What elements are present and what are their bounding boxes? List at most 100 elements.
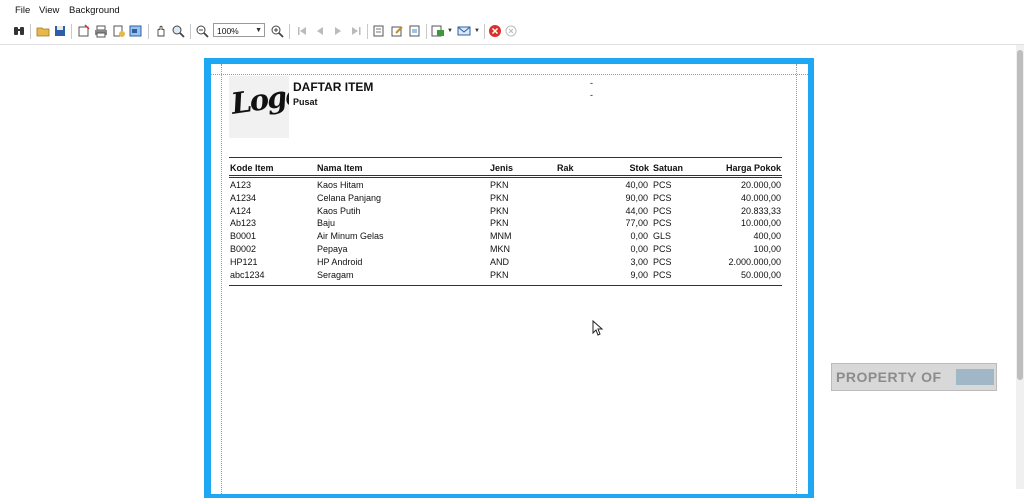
chevron-down-icon: ▼: [255, 27, 262, 34]
save-icon[interactable]: [53, 24, 67, 38]
zoom-out-icon[interactable]: [195, 24, 209, 38]
stop-icon[interactable]: [504, 24, 518, 38]
cell-stok: 3,00: [630, 256, 648, 267]
watermark-text: PROPERTY OF: [836, 369, 942, 385]
cell-harga: 20.000,00: [740, 180, 781, 190]
header-dash-1: -: [590, 78, 593, 88]
zoom-select[interactable]: 100% ▼: [213, 23, 265, 37]
cell-jenis: PKN: [490, 269, 509, 280]
last-page-icon[interactable]: [349, 24, 363, 38]
cell-kode: B0001: [230, 231, 257, 242]
col-header-harga: Harga Pokok: [725, 163, 781, 173]
email-dropdown-arrow[interactable]: ▼: [474, 28, 480, 34]
cell-nama: Air Minum Gelas: [317, 231, 384, 242]
cell-satuan: GLS: [653, 231, 672, 242]
cell-kode: HP121: [230, 256, 258, 267]
cell-satuan: PCS: [653, 269, 672, 280]
cell-nama: Kaos Putih: [317, 205, 361, 216]
header-dash-2: -: [590, 90, 593, 100]
cell-jenis: PKN: [490, 205, 509, 216]
margin-guide-top: [211, 74, 808, 75]
cell-jenis: AND: [490, 256, 510, 267]
export-document-icon[interactable]: [431, 24, 445, 38]
cell-stok: 40,00: [625, 180, 648, 190]
report-subtitle: Pusat: [293, 97, 318, 107]
cell-kode: A124: [230, 205, 252, 216]
watermark-logo: [956, 369, 994, 385]
report-page: Logo DAFTAR ITEM Pusat - - Kode Item Nam…: [211, 64, 808, 494]
cell-nama: Seragam: [317, 269, 354, 280]
cell-harga: 100,00: [753, 244, 781, 254]
print-icon[interactable]: [94, 24, 108, 38]
scrollbar-thumb[interactable]: [1017, 50, 1023, 380]
menu-background[interactable]: Background: [69, 5, 120, 16]
zoom-tool-icon[interactable]: [171, 24, 185, 38]
print-options-icon[interactable]: [112, 24, 126, 38]
cell-harga: 50.000,00: [740, 269, 781, 280]
cell-satuan: PCS: [653, 218, 672, 229]
hand-tool-icon[interactable]: [154, 24, 168, 38]
cell-satuan: PCS: [653, 180, 672, 190]
cell-kode: A123: [230, 180, 252, 190]
cell-stok: 9,00: [630, 269, 648, 280]
cell-harga: 20.833,33: [740, 205, 781, 216]
cell-satuan: PCS: [653, 244, 672, 254]
cell-jenis: PKN: [490, 192, 509, 203]
zoom-in-icon[interactable]: [270, 24, 284, 38]
logo-text: Logo: [229, 77, 289, 121]
next-page-icon[interactable]: [331, 24, 345, 38]
email-icon[interactable]: [457, 24, 471, 38]
cell-harga: 400,00: [753, 231, 781, 242]
cell-stok: 0,00: [630, 231, 648, 242]
header-rule-2: [229, 177, 782, 178]
export-icon[interactable]: [129, 24, 143, 38]
menu-bar: File View Background: [0, 0, 1024, 20]
cell-nama: Kaos Hitam: [317, 180, 364, 190]
cell-nama: HP Android: [317, 256, 363, 267]
cell-nama: Celana Panjang: [317, 192, 382, 203]
cell-kode: Ab123: [230, 218, 257, 229]
cell-harga: 2.000.000,00: [728, 256, 781, 267]
cell-jenis: MKN: [490, 244, 510, 254]
page-setup-icon[interactable]: [77, 24, 91, 38]
margin-guide-left: [221, 64, 222, 494]
col-header-rak: Rak: [557, 163, 574, 173]
close-icon[interactable]: [488, 24, 502, 38]
table-top-rule: [229, 157, 782, 158]
cell-satuan: PCS: [653, 205, 672, 216]
cell-harga: 10.000,00: [740, 218, 781, 229]
export-dropdown-arrow[interactable]: ▼: [447, 28, 453, 34]
margin-guide-right: [796, 64, 797, 494]
col-header-satuan: Satuan: [653, 163, 684, 173]
col-header-stok: Stok: [629, 163, 649, 173]
open-folder-icon[interactable]: [36, 24, 50, 38]
cell-jenis: MNM: [490, 231, 512, 242]
first-page-icon[interactable]: [295, 24, 309, 38]
design-icon[interactable]: [372, 24, 386, 38]
cell-satuan: PCS: [653, 192, 672, 203]
cell-satuan: PCS: [653, 256, 672, 267]
cell-kode: A1234: [230, 192, 257, 203]
menu-view[interactable]: View: [39, 5, 59, 16]
find-icon[interactable]: [12, 24, 26, 38]
toolbar: ▼ ▼: [0, 20, 1024, 44]
cell-jenis: PKN: [490, 180, 509, 190]
report-icon[interactable]: [408, 24, 422, 38]
header-rule-1: [229, 175, 782, 176]
cell-kode: abc1234: [230, 269, 265, 280]
cell-stok: 77,00: [625, 218, 648, 229]
cell-kode: B0002: [230, 244, 257, 254]
cell-nama: Baju: [317, 218, 336, 229]
cell-stok: 44,00: [625, 205, 648, 216]
previous-page-icon[interactable]: [313, 24, 327, 38]
mouse-cursor-icon: [592, 320, 604, 336]
cell-jenis: PKN: [490, 218, 509, 229]
col-header-nama: Nama Item: [317, 163, 363, 173]
menu-file[interactable]: File: [15, 5, 30, 16]
report-title: DAFTAR ITEM: [293, 80, 374, 94]
cell-harga: 40.000,00: [740, 192, 781, 203]
watermark: PROPERTY OF: [831, 363, 997, 391]
edit-icon[interactable]: [390, 24, 404, 38]
table-bottom-rule: [229, 285, 782, 287]
cell-stok: 90,00: [625, 192, 648, 203]
